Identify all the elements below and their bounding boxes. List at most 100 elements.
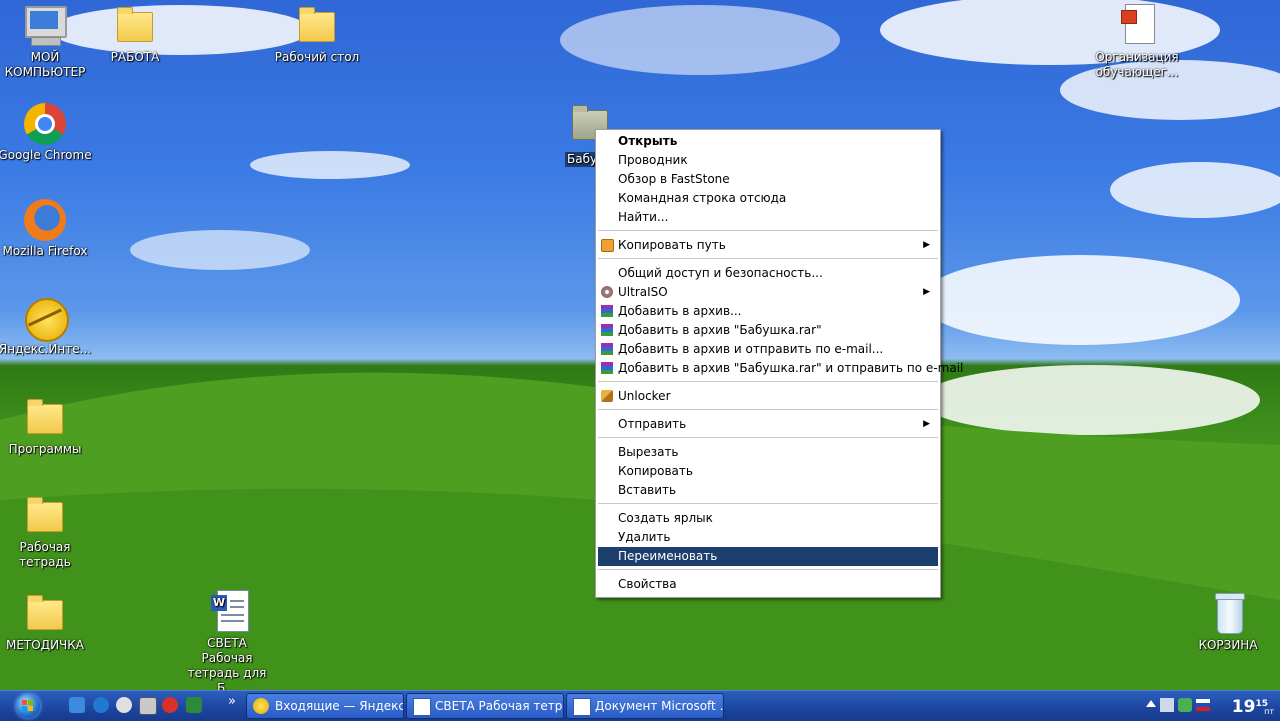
menu-item-label: Добавить в архив "Бабушка.rar"	[618, 323, 822, 337]
menu-separator	[598, 409, 938, 410]
menu-item-send-to[interactable]: Отправить ▶	[598, 415, 938, 434]
desktop-icon-rabochiy-stol[interactable]: Рабочий стол	[267, 4, 367, 65]
computer-icon	[21, 4, 69, 48]
desktop[interactable]: МОЙ КОМПЬЮТЕР РАБОТА Рабочий стол Органи…	[0, 0, 1280, 690]
icon-label: Программы	[8, 442, 82, 456]
menu-item-find[interactable]: Найти...	[598, 208, 938, 227]
menu-item-label: Добавить в архив и отправить по e-mail..…	[618, 342, 884, 356]
icon-label: Яндекс.Инте...	[0, 342, 92, 356]
menu-item-label: Свойства	[618, 577, 677, 591]
icon-label: СВЕТА Рабочая тетрадь для Б...	[187, 636, 267, 690]
language-icon[interactable]	[1196, 699, 1210, 711]
quick-launch-overflow[interactable]: »	[228, 694, 236, 709]
edge-icon[interactable]	[93, 697, 109, 713]
menu-item-label: Добавить в архив "Бабушка.rar" и отправи…	[618, 361, 964, 375]
media-icon[interactable]	[116, 697, 132, 713]
menu-item-label: Обзор в FastStone	[618, 172, 730, 186]
desktop-icon-recycle-bin[interactable]: КОРЗИНА	[1178, 592, 1278, 653]
menu-item-label: Найти...	[618, 210, 669, 224]
icon-label: МОЙ КОМПЬЮТЕР	[4, 50, 86, 79]
menu-item-label: Отправить	[618, 417, 687, 431]
icon-label: Рабочий стол	[274, 50, 360, 64]
menu-item-copy[interactable]: Копировать	[598, 462, 938, 481]
taskbar-button-yandex-inbox[interactable]: Входящие — Яндекс...	[246, 693, 404, 719]
yandex-internet-icon	[21, 296, 69, 342]
menu-item-add-to-babushka-rar[interactable]: Добавить в архив "Бабушка.rar"	[598, 321, 938, 340]
menu-item-properties[interactable]: Свойства	[598, 575, 938, 594]
folder-icon	[21, 592, 69, 636]
menu-item-open[interactable]: Открыть	[598, 132, 938, 151]
menu-item-label: Копировать путь	[618, 238, 726, 252]
desktop-icon-sveta-document[interactable]: W СВЕТА Рабочая тетрадь для Б...	[177, 590, 277, 690]
desktop-icon-rabota[interactable]: РАБОТА	[85, 4, 185, 65]
recycle-bin-icon	[1204, 592, 1252, 636]
menu-separator	[598, 230, 938, 231]
menu-item-label: Удалить	[618, 530, 671, 544]
start-button[interactable]	[8, 693, 52, 719]
word-icon	[413, 698, 431, 716]
menu-item-faststone[interactable]: Обзор в FastStone	[598, 170, 938, 189]
floppy-icon[interactable]	[139, 697, 157, 715]
opera-icon[interactable]	[162, 697, 178, 713]
menu-item-explorer[interactable]: Проводник	[598, 151, 938, 170]
menu-item-unlocker[interactable]: Unlocker	[598, 387, 938, 406]
taskbar-button-sveta-doc[interactable]: СВЕТА Рабочая тетр...	[406, 693, 564, 719]
winrar-icon	[601, 362, 613, 374]
winrar-icon	[601, 324, 613, 336]
menu-item-paste[interactable]: Вставить	[598, 481, 938, 500]
folder-icon	[21, 494, 69, 538]
menu-separator	[598, 437, 938, 438]
menu-separator	[598, 258, 938, 259]
clock-suffix: пт	[1264, 707, 1274, 716]
security-icon[interactable]	[1178, 698, 1192, 712]
winrar-icon	[601, 343, 613, 355]
menu-item-label: Проводник	[618, 153, 688, 167]
taskbar-button-microsoft-doc[interactable]: Документ Microsoft ...	[566, 693, 724, 719]
folder-icon	[293, 4, 341, 48]
desktop-icon-yandex-internet[interactable]: Яндекс.Инте...	[0, 296, 95, 357]
menu-item-copy-path[interactable]: Копировать путь ▶	[598, 236, 938, 255]
menu-separator	[598, 569, 938, 570]
menu-separator	[598, 503, 938, 504]
icon-label: Google Chrome	[0, 148, 92, 162]
menu-item-label: Вырезать	[618, 445, 679, 459]
folder-icon	[111, 4, 159, 48]
tray-expand-icon[interactable]	[1146, 700, 1156, 707]
icon-label: Организация обучающег...	[1095, 50, 1179, 79]
desktop-icon-metodichka[interactable]: МЕТОДИЧКА	[0, 592, 95, 653]
desktop-icon-mozilla-firefox[interactable]: Mozilla Firefox	[0, 198, 95, 259]
menu-item-ultraiso[interactable]: UltraISO ▶	[598, 283, 938, 302]
menu-item-label: Вставить	[618, 483, 677, 497]
desktop-icon-rabochaya-tetrad[interactable]: Рабочая тетрадь	[0, 494, 95, 570]
winrar-icon	[601, 305, 613, 317]
word-icon	[573, 698, 591, 716]
menu-item-create-shortcut[interactable]: Создать ярлык	[598, 509, 938, 528]
desktop-icon-programmy[interactable]: Программы	[0, 396, 95, 457]
menu-separator	[598, 381, 938, 382]
menu-item-label: Переименовать	[618, 549, 718, 563]
menu-item-command-prompt[interactable]: Командная строка отсюда	[598, 189, 938, 208]
menu-item-add-to-archive[interactable]: Добавить в архив...	[598, 302, 938, 321]
icon-label: КОРЗИНА	[1198, 638, 1258, 652]
menu-item-add-archive-email[interactable]: Добавить в архив и отправить по e-mail..…	[598, 340, 938, 359]
menu-item-delete[interactable]: Удалить	[598, 528, 938, 547]
menu-item-rename[interactable]: Переименовать	[598, 547, 938, 566]
document-icon	[1113, 4, 1161, 48]
context-menu: Открыть Проводник Обзор в FastStone Кома…	[595, 129, 963, 598]
taskbar-button-label: Входящие — Яндекс...	[275, 699, 404, 713]
clock[interactable]: 1915	[1232, 695, 1268, 722]
menu-item-sharing[interactable]: Общий доступ и безопасность...	[598, 264, 938, 283]
icon-label: Бабу	[565, 152, 600, 167]
windows-logo-icon	[16, 694, 40, 718]
menu-item-cut[interactable]: Вырезать	[598, 443, 938, 462]
desktop-icon-google-chrome[interactable]: Google Chrome	[0, 102, 95, 163]
folder-icon	[21, 396, 69, 440]
ie-icon[interactable]	[69, 697, 85, 713]
desktop-icon-organizatsiya[interactable]: Организация обучающег...	[1087, 4, 1187, 80]
menu-item-add-babushka-rar-email[interactable]: Добавить в архив "Бабушка.rar" и отправи…	[598, 359, 963, 378]
desktop-icon-my-computer[interactable]: МОЙ КОМПЬЮТЕР	[0, 4, 95, 80]
submenu-arrow-icon: ▶	[923, 240, 930, 250]
menu-item-label: Добавить в архив...	[618, 304, 742, 318]
network-icon[interactable]	[1160, 698, 1174, 712]
excel-icon[interactable]	[186, 697, 202, 713]
